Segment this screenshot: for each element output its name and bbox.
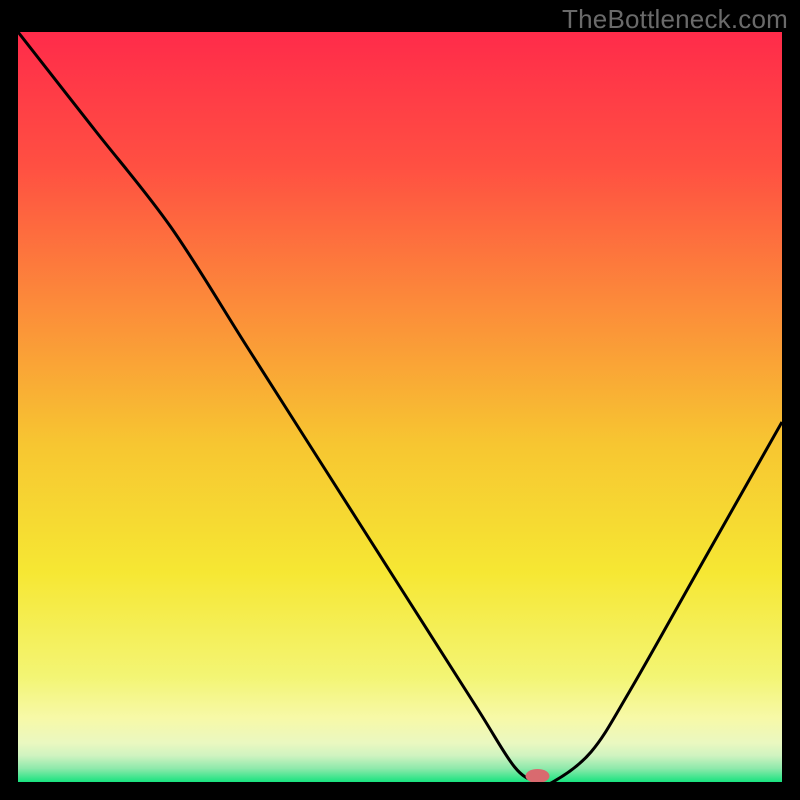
bottleneck-chart [18,32,782,782]
chart-frame: TheBottleneck.com [0,0,800,800]
watermark-text: TheBottleneck.com [562,4,788,35]
gradient-background [18,32,782,782]
plot-area [18,32,782,782]
